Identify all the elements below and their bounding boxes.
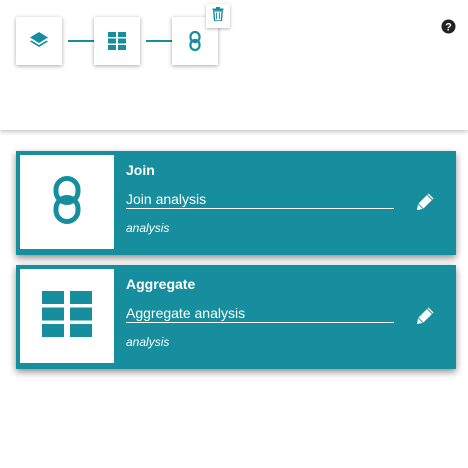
pencil-icon [416,191,436,216]
pipeline-bar: ? [0,0,468,130]
trash-icon [212,6,224,26]
table-grid-icon [42,290,92,342]
question-circle-icon[interactable]: ? [441,19,456,34]
table-grid-icon [108,32,126,50]
operation-card-join[interactable]: Join Join analysis analysis [16,151,456,255]
edit-button[interactable] [414,191,438,215]
edit-button[interactable] [414,305,438,329]
operation-card-aggregate[interactable]: Aggregate Aggregate analysis analysis [16,265,456,369]
chain-link-icon [189,31,201,51]
card-thumbnail [20,155,114,249]
pipeline-connector [68,40,94,42]
svg-text:?: ? [445,21,452,33]
card-description-input[interactable]: Join analysis [126,190,394,209]
pipeline-step-layers[interactable] [16,17,62,65]
card-thumbnail [20,269,114,363]
card-description-input[interactable]: Aggregate analysis [126,304,394,323]
page: ? Join Join analysis analysis Aggregate … [0,0,468,468]
card-type-label: analysis [126,335,170,349]
delete-step-button[interactable] [206,4,230,28]
pencil-icon [416,305,436,330]
pipeline-connector [146,40,172,42]
card-title: Aggregate [126,276,196,292]
chain-link-icon [52,175,82,229]
pipeline-step-aggregate[interactable] [94,17,140,65]
card-type-label: analysis [126,221,170,235]
layers-icon [29,31,49,51]
card-title: Join [126,162,155,178]
